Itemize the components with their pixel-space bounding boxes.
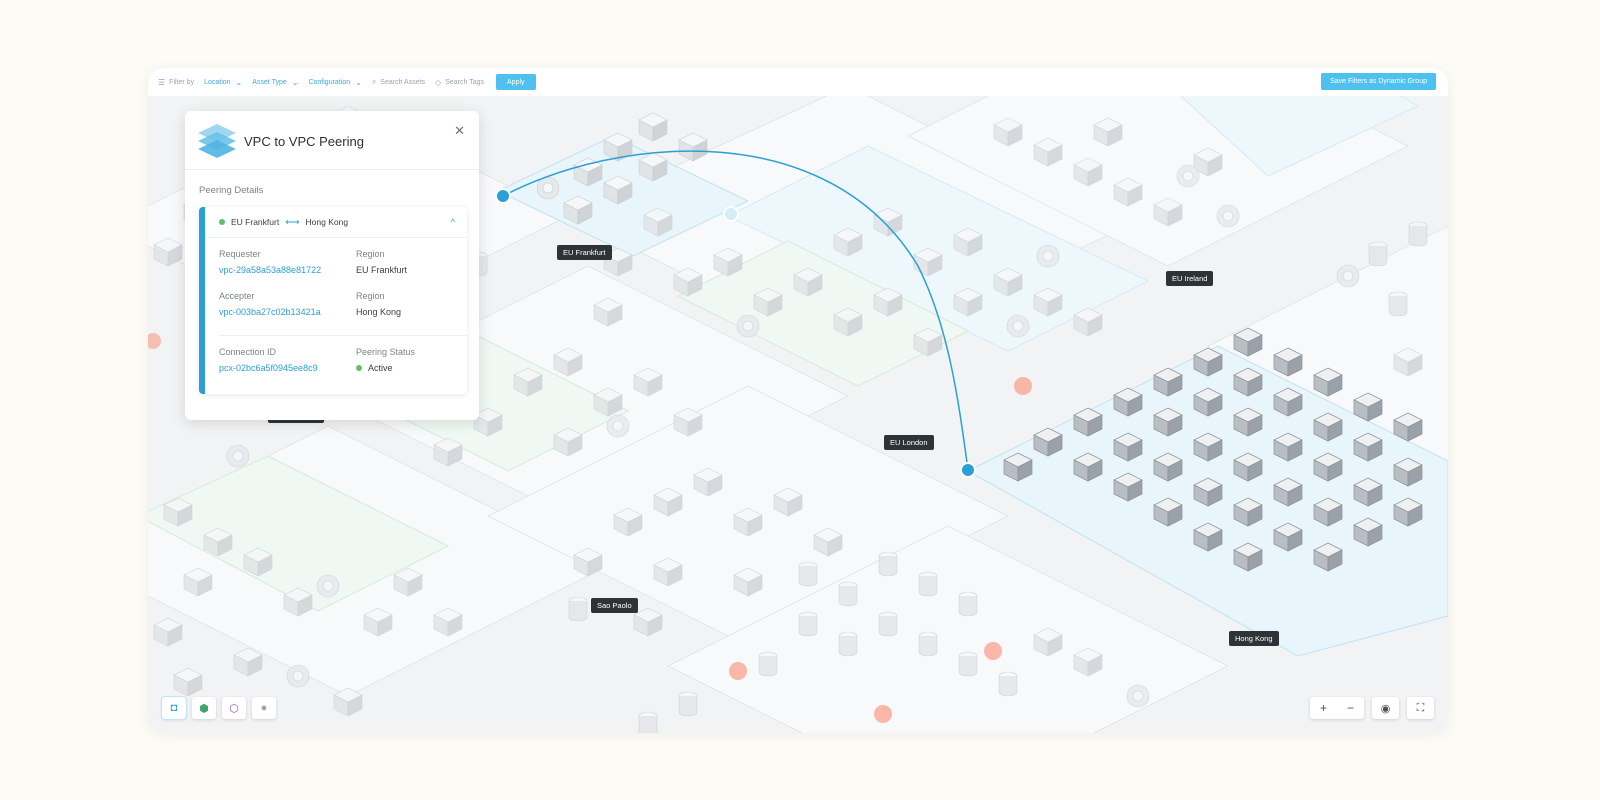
- connection-to: Hong Kong: [305, 217, 349, 227]
- chevron-down-icon: ⌄: [235, 77, 243, 87]
- search-icon: ⌕: [371, 77, 377, 86]
- plus-icon: +: [1319, 701, 1327, 715]
- search-tags-input[interactable]: ◇ Search Tags: [435, 68, 484, 96]
- location-dropdown[interactable]: Location ⌄: [204, 68, 242, 96]
- panel-header: VPC to VPC Peering ✕: [185, 111, 479, 170]
- search-assets-input[interactable]: ⌕ Search Assets: [372, 68, 425, 96]
- requester-region-field: Region EU Frankfurt: [356, 249, 407, 275]
- peering-status-label: Peering Status: [356, 347, 416, 357]
- requester-link[interactable]: vpc-29a58a53a88e81722: [219, 265, 321, 275]
- bidirectional-arrow-icon: ⟷: [285, 216, 300, 228]
- region-label: Region: [356, 249, 385, 259]
- vpc-peering-icon: [198, 124, 236, 158]
- filter-icon: ☰: [158, 77, 166, 87]
- zoom-out-button[interactable]: −: [1337, 697, 1364, 719]
- circle-icon: ●: [260, 702, 268, 714]
- region-value: Hong Kong: [356, 307, 402, 317]
- vpc-icon: ◘: [170, 702, 178, 714]
- map-label-hong-kong[interactable]: Hong Kong: [1229, 631, 1279, 646]
- hexagon-icon: ⬡: [229, 702, 239, 715]
- peering-connection-header[interactable]: EU Frankfurt ⟷ Hong Kong ^: [205, 207, 467, 238]
- panel-title: VPC to VPC Peering: [244, 134, 364, 149]
- card-divider: [219, 335, 467, 336]
- status-badge: Active: [356, 363, 415, 373]
- fullscreen-button[interactable]: ⛶: [1407, 697, 1434, 719]
- map-label-sao-paolo[interactable]: Sao Paolo: [591, 598, 638, 613]
- chevron-up-icon[interactable]: ^: [451, 217, 455, 227]
- chevron-down-icon: ⌄: [355, 77, 362, 87]
- accepter-label: Accepter: [219, 291, 255, 301]
- layer-switcher: ◘ ⬢ ⬡ ●: [161, 696, 276, 720]
- visibility-button[interactable]: ◉: [1372, 697, 1399, 719]
- save-filters-button[interactable]: Save Filters as Dynamic Group: [1321, 73, 1436, 90]
- chevron-down-icon: ⌄: [291, 77, 299, 87]
- map-label-eu-ireland[interactable]: EU Ireland: [1166, 271, 1214, 286]
- layer-network-button[interactable]: ⬡: [222, 697, 246, 719]
- cloud-node[interactable]: [723, 206, 739, 222]
- filter-toolbar: ☰ Filter by Location ⌄ Asset Type ⌄ Configu…: [148, 68, 1448, 96]
- connection-id-field: Connection ID pcx-02bc6a5f0945ee8c9: [219, 347, 318, 373]
- shield-icon: ⬢: [199, 702, 209, 715]
- zoom-in-button[interactable]: +: [1310, 697, 1337, 719]
- filter-by: ☰ Filter by: [158, 77, 195, 87]
- connection-id-link[interactable]: pcx-02bc6a5f0945ee8c9: [219, 363, 318, 373]
- tag-icon: ◇: [435, 77, 442, 87]
- connection-id-label: Connection ID: [219, 347, 277, 357]
- minus-icon: −: [1346, 701, 1354, 715]
- apply-button[interactable]: Apply: [496, 74, 536, 90]
- map-label-eu-london[interactable]: EU London: [884, 435, 934, 450]
- asset-type-dropdown[interactable]: Asset Type ⌄: [252, 68, 298, 96]
- accepter-field: Accepter vpc-003ba27c02b13421a: [219, 291, 321, 317]
- region-label: Region: [356, 291, 385, 301]
- connection-from: EU Frankfurt: [231, 217, 280, 227]
- peering-status-field: Peering Status Active: [356, 347, 415, 373]
- accepter-region-field: Region Hong Kong: [356, 291, 401, 317]
- close-icon[interactable]: ✕: [454, 123, 465, 139]
- eye-icon: ◉: [1380, 702, 1391, 715]
- section-label: Peering Details: [199, 185, 264, 196]
- zoom-controls: + −: [1310, 697, 1364, 719]
- active-dot: [356, 365, 362, 371]
- map-label-eu-frankfurt[interactable]: EU Frankfurt: [557, 245, 612, 260]
- requester-field: Requester vpc-29a58a53a88e81722: [219, 249, 321, 275]
- requester-label: Requester: [219, 249, 261, 259]
- configuration-dropdown[interactable]: Configuration ⌄: [308, 68, 361, 96]
- peering-card: EU Frankfurt ⟷ Hong Kong ^ Requester vpc…: [199, 207, 467, 394]
- peering-details-panel: VPC to VPC Peering ✕ Peering Details EU …: [185, 111, 479, 420]
- frankfurt-vpc-node[interactable]: [495, 188, 511, 204]
- fullscreen-icon: ⛶: [1416, 701, 1425, 714]
- layer-security-button[interactable]: ⬢: [192, 697, 216, 719]
- layer-all-button[interactable]: ●: [252, 697, 276, 719]
- hong-kong-vpc-node[interactable]: [960, 462, 976, 478]
- map-controls: + − ◉ ⛶: [1310, 697, 1434, 719]
- accepter-link[interactable]: vpc-003ba27c02b13421a: [219, 307, 321, 317]
- region-value: EU Frankfurt: [356, 265, 408, 275]
- layer-vpc-button[interactable]: ◘: [161, 696, 187, 720]
- status-dot: [219, 219, 225, 225]
